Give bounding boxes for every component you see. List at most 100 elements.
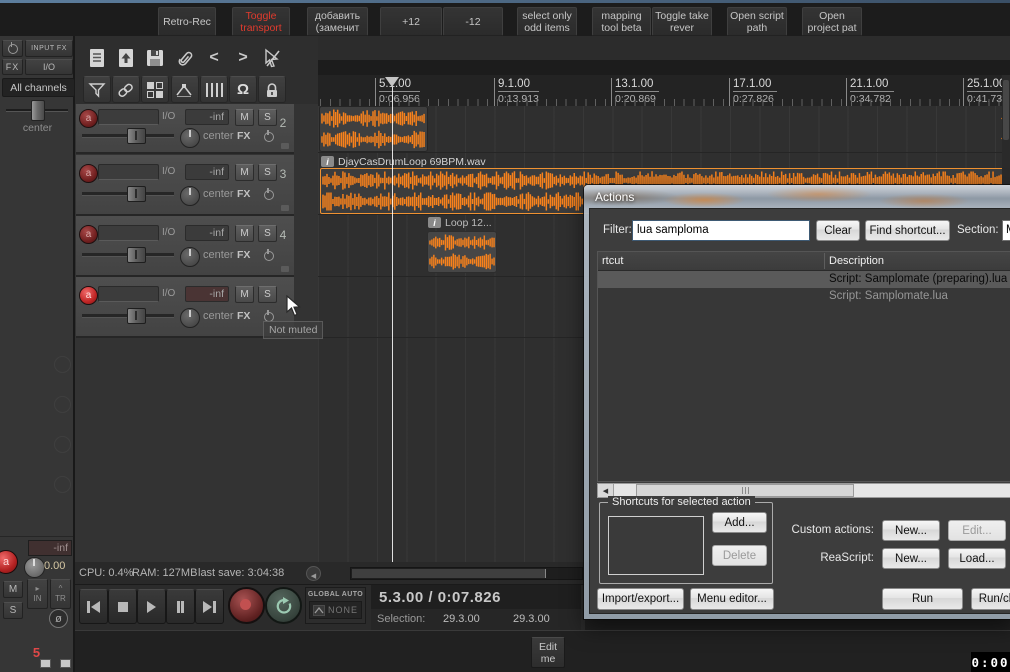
redo-icon[interactable]: > xyxy=(231,46,255,70)
pan-knob[interactable] xyxy=(180,186,200,206)
solo-button[interactable]: S xyxy=(3,602,23,619)
list-header[interactable]: rtcut Description xyxy=(598,252,1010,271)
folder-icon[interactable] xyxy=(281,143,289,149)
open-project-icon[interactable] xyxy=(114,46,138,70)
new-project-icon[interactable] xyxy=(85,46,109,70)
fx-button[interactable]: FX xyxy=(237,188,250,200)
pause-button[interactable] xyxy=(166,589,195,624)
item-info-icon[interactable]: i xyxy=(428,217,441,228)
toolbar-button-toggle-transport[interactable]: Toggle transport xyxy=(232,7,290,36)
mute-button[interactable]: M xyxy=(235,109,254,126)
shortcuts-listbox[interactable] xyxy=(608,516,704,575)
horizontal-scrollbar-thumb[interactable] xyxy=(352,569,546,578)
mute-button[interactable]: M xyxy=(235,225,254,242)
find-shortcut-button[interactable]: Find shortcut... xyxy=(865,220,950,241)
volume-readout[interactable]: -inf xyxy=(185,286,229,302)
import-export-button[interactable]: Import/export... xyxy=(597,588,684,610)
fx-enable-icon[interactable] xyxy=(264,188,274,200)
reascript-new-button[interactable]: New... xyxy=(882,548,940,569)
solo-button[interactable]: S xyxy=(258,286,277,303)
lock-icon[interactable] xyxy=(258,76,286,103)
grid-lines-icon[interactable] xyxy=(200,76,228,103)
save-project-icon[interactable] xyxy=(143,46,167,70)
record-button[interactable] xyxy=(228,587,265,624)
volume-readout[interactable]: -inf xyxy=(185,225,229,241)
fader-handle[interactable] xyxy=(127,247,146,263)
toolbar-button-select-odd-items[interactable]: select only odd items xyxy=(517,7,577,36)
project-settings-icon[interactable] xyxy=(173,46,197,70)
undo-icon[interactable]: < xyxy=(202,46,226,70)
folder-icon[interactable] xyxy=(281,266,289,272)
transport-position-display[interactable]: 5.3.00 / 0:07.826 xyxy=(371,585,581,609)
time-selection-display[interactable]: Selection: 29.3.00 29.3.00 xyxy=(371,609,581,630)
mute-button[interactable]: M xyxy=(235,286,254,303)
delete-shortcut-button[interactable]: Delete xyxy=(712,545,767,566)
record-arm-button[interactable]: a xyxy=(79,286,98,305)
input-fx-button[interactable]: INPUT FX xyxy=(25,40,73,57)
monitor-input-button[interactable]: ▸ IN xyxy=(27,579,48,609)
run-button[interactable]: Run xyxy=(882,588,963,610)
snap-magnet-icon[interactable]: Ω xyxy=(229,76,257,103)
track-name-field[interactable] xyxy=(98,286,159,302)
io-button[interactable]: I/O xyxy=(162,111,175,122)
track-panel-5[interactable]: a I/O -inf M S center FX xyxy=(76,277,294,338)
autoscroll-off-icon[interactable] xyxy=(260,46,284,70)
track-panel-3[interactable]: a I/O -inf M S center FX 3 xyxy=(76,155,294,216)
fx-button[interactable]: FX xyxy=(237,130,250,142)
slider-handle[interactable] xyxy=(31,100,45,121)
all-channels-dropdown[interactable]: All channels xyxy=(2,78,75,97)
timeline-ruler[interactable]: 5.1.000:06.956 9.1.000:13.913 13.1.000:2… xyxy=(318,75,1010,108)
record-arm-button[interactable]: a xyxy=(0,550,18,574)
track-mode-button[interactable]: ^ TR xyxy=(50,579,71,609)
horizontal-scrollbar[interactable] xyxy=(350,567,583,580)
io-button[interactable]: I/O xyxy=(162,166,175,177)
grouping-icon[interactable] xyxy=(141,76,169,103)
custom-action-new-button[interactable]: New... xyxy=(882,520,940,541)
link-icon[interactable] xyxy=(112,76,140,103)
mixer-volume-readout[interactable]: -inf xyxy=(28,540,72,556)
io-button[interactable]: I/O xyxy=(162,288,175,299)
filter-icon[interactable] xyxy=(83,76,111,103)
volume-readout[interactable]: -inf xyxy=(185,164,229,180)
mute-button[interactable]: M xyxy=(235,164,254,181)
toolbar-button-retro-rec[interactable]: Retro-Rec xyxy=(158,7,216,36)
edit-me-button[interactable]: Edit me xyxy=(531,637,565,668)
clear-button[interactable]: Clear xyxy=(816,220,860,241)
stop-button[interactable] xyxy=(108,589,137,624)
pan-value[interactable]: 0.00 xyxy=(44,560,74,572)
toolbar-button-plus12[interactable]: +12 xyxy=(380,7,442,36)
actions-list[interactable]: rtcut Description Script: Samplomate (pr… xyxy=(597,251,1010,482)
track-panel-2[interactable]: a I/O -inf M S center FX 2 xyxy=(76,104,294,154)
pan-knob[interactable] xyxy=(24,557,45,578)
global-automation-override[interactable]: GLOBAL AUTO NONE xyxy=(305,587,366,624)
filter-input[interactable]: lua samploma xyxy=(632,220,810,241)
record-arm-button[interactable]: a xyxy=(79,164,98,183)
media-item-track4[interactable] xyxy=(427,231,497,273)
track-panel-4[interactable]: a I/O -inf M S center FX 4 xyxy=(76,216,294,277)
toolbar-button-mapping-tool[interactable]: mapping tool beta xyxy=(592,7,651,36)
section-dropdown[interactable]: Ma xyxy=(1002,220,1010,241)
go-to-end-button[interactable] xyxy=(195,589,224,624)
add-shortcut-button[interactable]: Add... xyxy=(712,512,767,533)
track-name-field[interactable] xyxy=(98,164,159,180)
item-info-icon[interactable]: i xyxy=(321,156,334,167)
fx-enable-icon[interactable] xyxy=(264,130,274,142)
scroll-left-button[interactable]: ◀ xyxy=(306,566,321,581)
track-name-field[interactable] xyxy=(98,109,159,125)
mute-button[interactable]: M xyxy=(3,581,23,598)
envelope-icon[interactable] xyxy=(171,76,199,103)
record-arm-button[interactable]: a xyxy=(79,109,98,128)
volume-fader[interactable] xyxy=(82,186,174,202)
volume-fader[interactable] xyxy=(82,247,174,263)
play-button[interactable] xyxy=(137,589,166,624)
volume-fader[interactable] xyxy=(82,308,174,324)
column-divider[interactable] xyxy=(824,253,825,269)
toolbar-button-toggle-take-reverse[interactable]: Toggle take rever xyxy=(652,7,712,36)
toolbar-button-open-script-path[interactable]: Open script path xyxy=(727,7,787,36)
fader-handle[interactable] xyxy=(127,128,146,144)
fx-power-button[interactable] xyxy=(2,40,23,57)
repeat-button[interactable] xyxy=(265,587,302,624)
pan-knob[interactable] xyxy=(180,128,200,148)
io-button[interactable]: I/O xyxy=(162,227,175,238)
toolbar-button-minus12[interactable]: -12 xyxy=(443,7,503,36)
